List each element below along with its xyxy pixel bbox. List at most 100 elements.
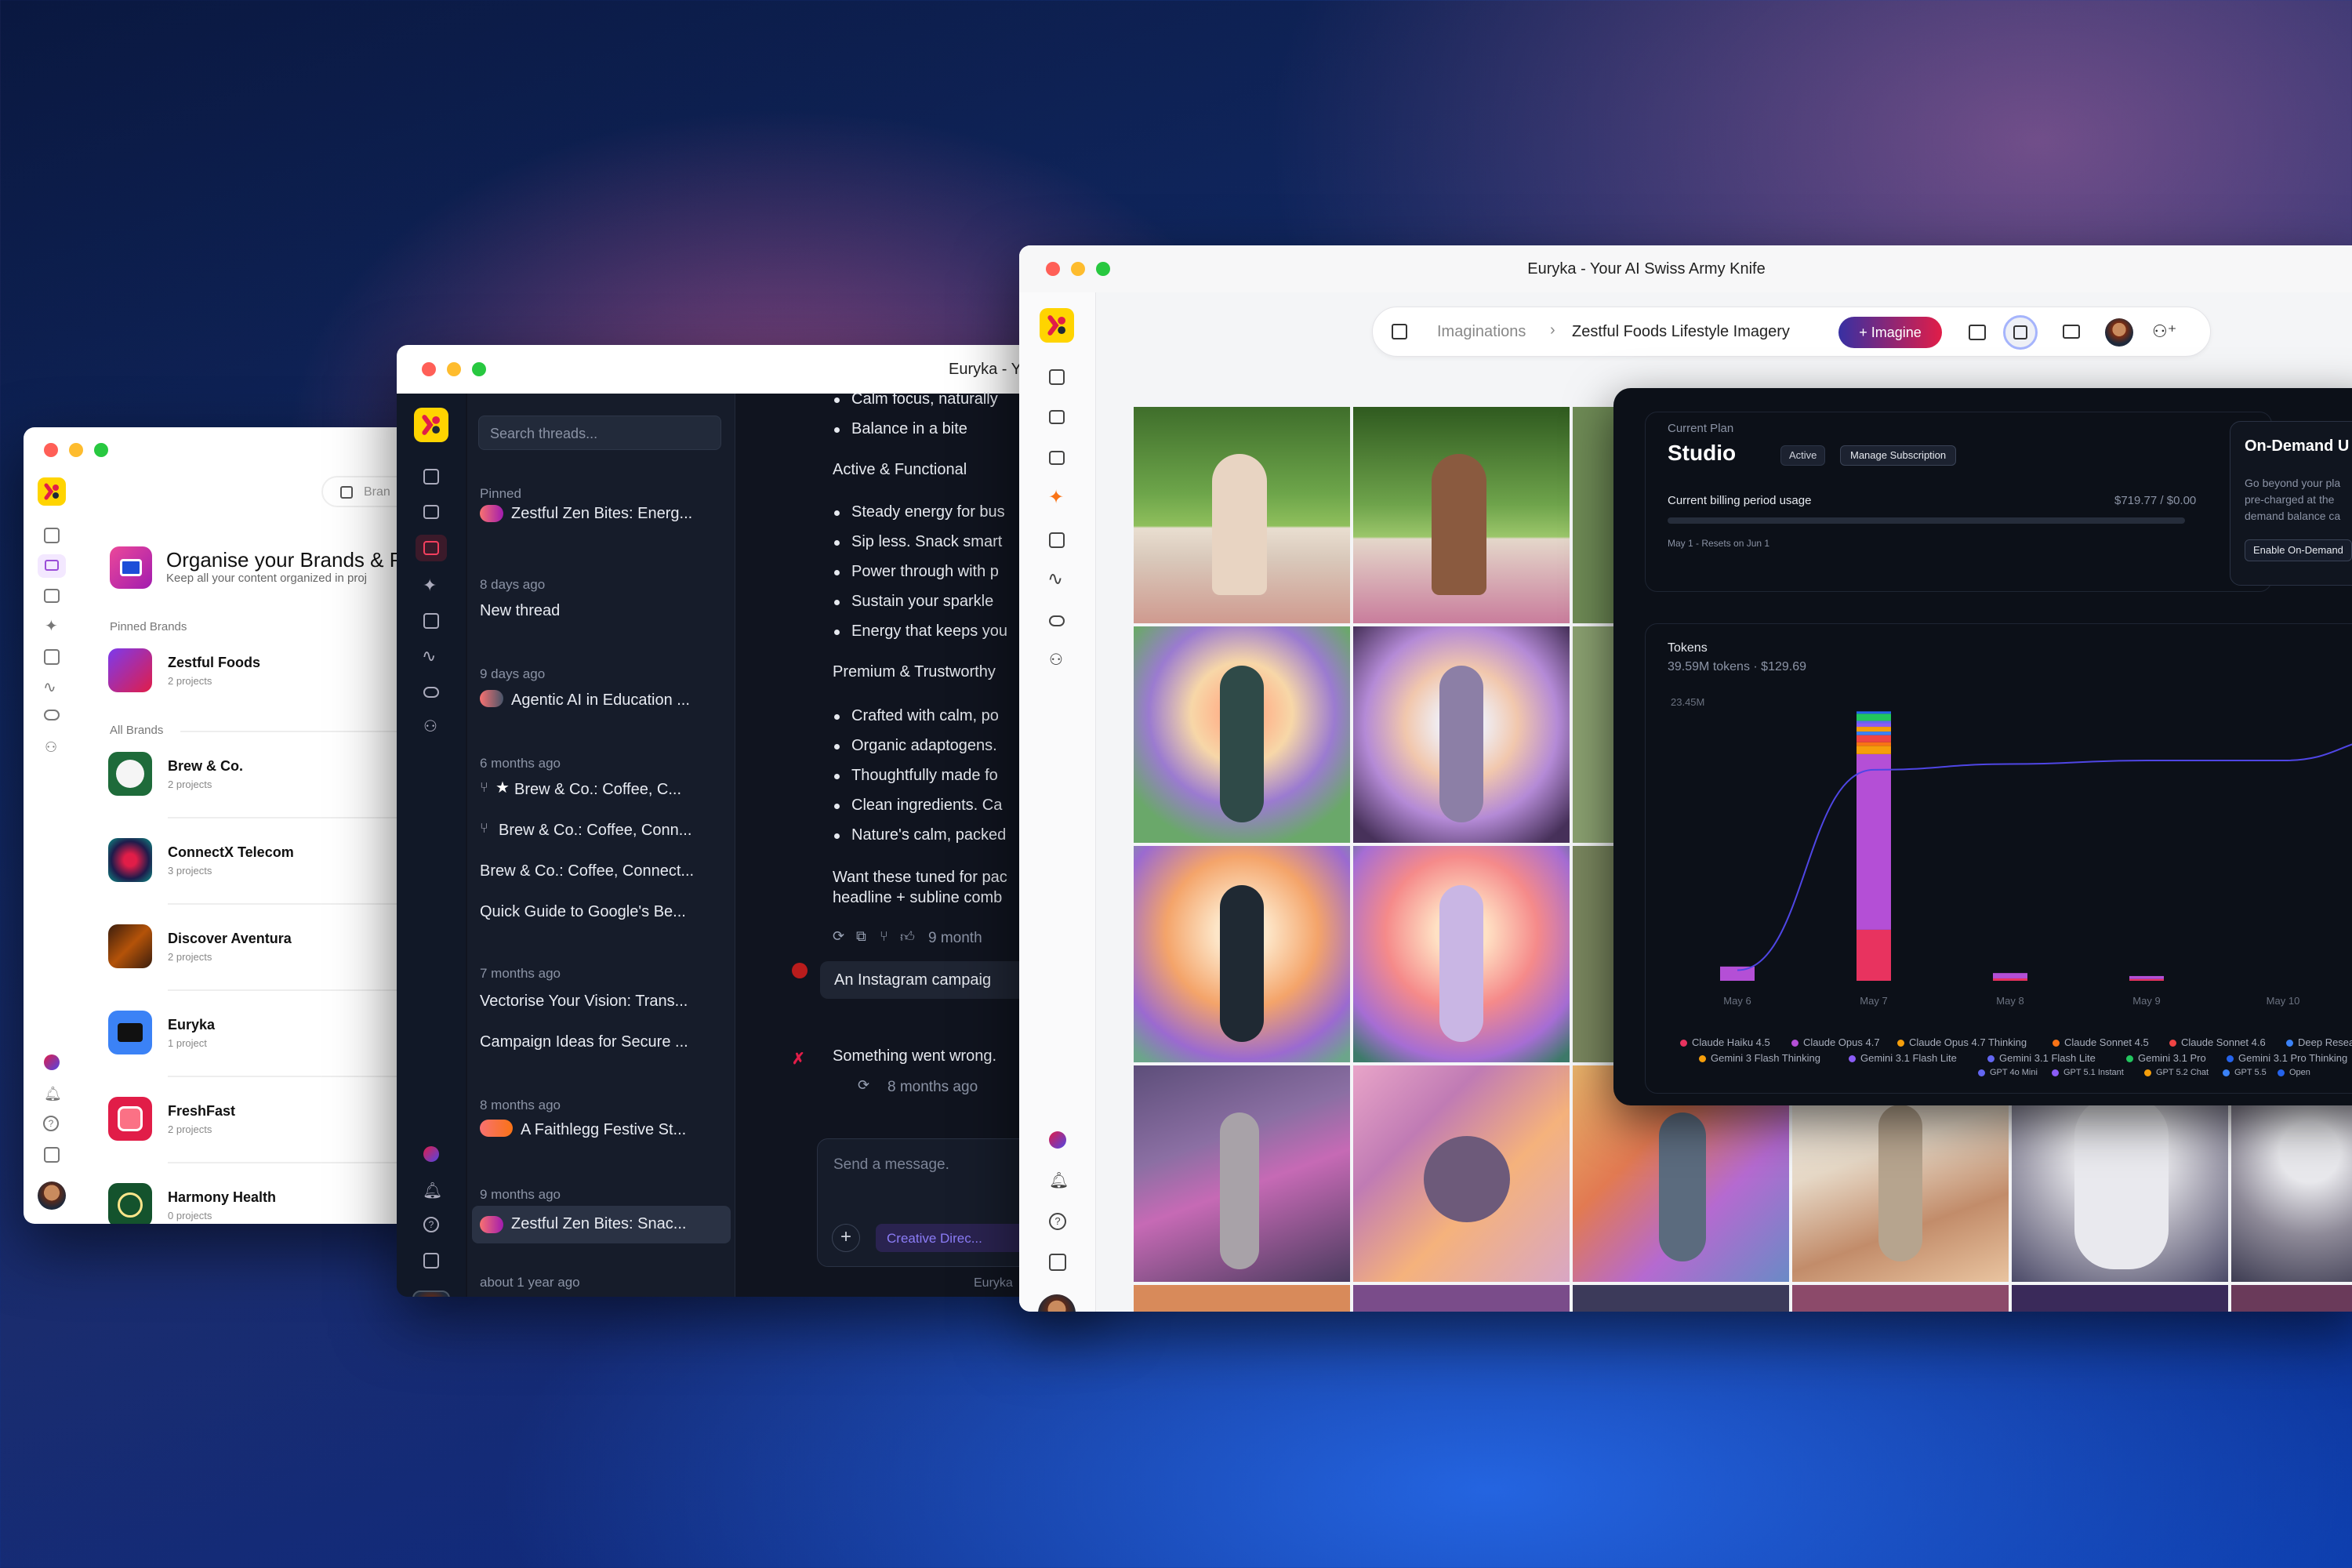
bell-icon[interactable]: 🔔︎ bbox=[44, 1086, 62, 1102]
legend-item[interactable]: Deep Resea bbox=[2286, 1036, 2352, 1048]
generated-image[interactable] bbox=[2231, 1285, 2352, 1312]
mask-icon[interactable] bbox=[423, 687, 439, 698]
chat-icon[interactable] bbox=[44, 589, 60, 603]
brand-row[interactable]: ConnectX Telecom 3 projects bbox=[108, 833, 431, 896]
sparkle-icon[interactable]: ✦ bbox=[45, 619, 58, 634]
breadcrumb-current[interactable]: Zestful Foods Lifestyle Imagery bbox=[1572, 323, 1790, 341]
generated-image[interactable] bbox=[1134, 407, 1350, 623]
legend-item[interactable]: Claude Opus 4.7 Thinking bbox=[1897, 1036, 2027, 1048]
minimize-window-button[interactable] bbox=[447, 362, 461, 376]
legend-item[interactable]: Claude Haiku 4.5 bbox=[1680, 1036, 1770, 1048]
copy-icon[interactable]: ⧉ bbox=[856, 928, 866, 945]
bell-icon[interactable]: 🔔︎ bbox=[423, 1181, 442, 1200]
generated-image[interactable] bbox=[1353, 407, 1570, 623]
thread-item[interactable]: Brew & Co.: Coffee, Connect... bbox=[480, 862, 694, 880]
generated-image[interactable] bbox=[1353, 626, 1570, 843]
add-attachment-button[interactable]: + bbox=[832, 1224, 860, 1252]
audio-icon[interactable]: ∿ bbox=[422, 648, 436, 665]
thread-item[interactable]: Vectorise Your Vision: Trans... bbox=[480, 993, 688, 1011]
app-logo[interactable] bbox=[38, 477, 66, 506]
thread-item[interactable]: Brew & Co.: Coffee, Conn... bbox=[499, 822, 691, 840]
thread-item[interactable]: Brew & Co.: Coffee, C... bbox=[514, 781, 681, 799]
user-icon[interactable]: ⚇ bbox=[423, 718, 437, 735]
legend-item[interactable]: GPT 4o Mini bbox=[1978, 1068, 2038, 1077]
user-icon[interactable]: ⚇ bbox=[45, 739, 57, 755]
app-logo[interactable] bbox=[1040, 308, 1074, 343]
generated-image[interactable] bbox=[1573, 626, 1620, 843]
imaginations-icon[interactable]: ✦ bbox=[1048, 488, 1064, 507]
bell-icon[interactable]: 🔔︎ bbox=[1049, 1171, 1069, 1190]
generated-image[interactable] bbox=[1573, 846, 1620, 1062]
dashboard-icon[interactable] bbox=[423, 469, 439, 485]
library-icon[interactable] bbox=[423, 1253, 439, 1269]
compass-icon[interactable] bbox=[1049, 1131, 1066, 1149]
compass-icon[interactable] bbox=[44, 1054, 60, 1070]
brands-icon[interactable] bbox=[1049, 410, 1065, 424]
manage-subscription-button[interactable]: Manage Subscription bbox=[1840, 445, 1957, 466]
legend-item[interactable]: Claude Sonnet 4.5 bbox=[2053, 1036, 2149, 1048]
brand-row[interactable]: Euryka 1 project bbox=[108, 1006, 431, 1069]
brand-row-pinned[interactable]: Zestful Foods 2 projects bbox=[108, 644, 431, 706]
folder-icon[interactable] bbox=[2063, 325, 2080, 339]
files-icon[interactable] bbox=[1049, 532, 1065, 548]
user-avatar[interactable] bbox=[38, 1181, 66, 1210]
thread-item[interactable]: Zestful Zen Bites: Energ... bbox=[511, 505, 692, 523]
generated-image[interactable] bbox=[1134, 846, 1350, 1062]
audio-icon[interactable]: ∿ bbox=[43, 680, 56, 695]
help-icon[interactable]: ? bbox=[423, 1217, 439, 1232]
thread-item[interactable]: Agentic AI in Education ... bbox=[511, 691, 690, 710]
collaborator-avatar[interactable] bbox=[2105, 318, 2133, 347]
close-window-button[interactable] bbox=[422, 362, 436, 376]
chat-icon[interactable] bbox=[1049, 451, 1065, 465]
minimize-window-button[interactable] bbox=[69, 443, 83, 457]
grid-view-button[interactable] bbox=[2003, 315, 2038, 350]
sparkle-icon[interactable]: ✦ bbox=[423, 577, 437, 594]
breadcrumb-root[interactable]: Imaginations bbox=[1437, 323, 1526, 341]
legend-item[interactable]: Gemini 3.1 Pro Thinking bbox=[2227, 1052, 2347, 1064]
library-icon[interactable] bbox=[1049, 1254, 1066, 1271]
generated-image[interactable] bbox=[1134, 1065, 1350, 1282]
thread-item[interactable]: Campaign Ideas for Secure ... bbox=[480, 1033, 688, 1051]
brand-row[interactable]: Brew & Co. 2 projects bbox=[108, 747, 431, 810]
user-avatar[interactable] bbox=[412, 1290, 450, 1297]
brands-icon[interactable] bbox=[423, 505, 439, 519]
legend-item[interactable]: Claude Sonnet 4.6 bbox=[2169, 1036, 2266, 1048]
user-avatar[interactable] bbox=[1038, 1294, 1076, 1312]
branch-icon[interactable]: ⑂ bbox=[880, 928, 888, 945]
library-icon[interactable] bbox=[44, 1147, 60, 1163]
generated-image[interactable] bbox=[1573, 407, 1620, 623]
brand-row[interactable]: Harmony Health 0 projects bbox=[108, 1178, 431, 1224]
sidebar-toggle-icon[interactable] bbox=[1392, 324, 1407, 339]
thumbs-up-icon[interactable]: 👍︎ bbox=[900, 928, 915, 946]
dashboard-icon[interactable] bbox=[44, 528, 60, 543]
files-icon[interactable] bbox=[423, 613, 439, 629]
sidebar-toggle-icon[interactable] bbox=[340, 486, 353, 499]
legend-item[interactable]: Open bbox=[2278, 1068, 2310, 1077]
user-icon[interactable]: ⚇ bbox=[1049, 652, 1063, 669]
creative-direction-chip[interactable]: Creative Direc... bbox=[876, 1224, 1033, 1252]
legend-item[interactable]: Gemini 3 Flash Thinking bbox=[1699, 1052, 1820, 1064]
mask-icon[interactable] bbox=[1049, 615, 1065, 626]
generated-image[interactable] bbox=[1792, 1285, 2009, 1312]
enable-on-demand-button[interactable]: Enable On-Demand bbox=[2245, 539, 2352, 561]
retry-icon[interactable]: ⟳ bbox=[858, 1077, 869, 1094]
generated-image[interactable] bbox=[1573, 1285, 1789, 1312]
chat-nav-active[interactable] bbox=[416, 535, 447, 561]
generated-image[interactable] bbox=[1353, 1065, 1570, 1282]
imagine-button[interactable]: + Imagine bbox=[1838, 317, 1942, 348]
breadcrumb-root[interactable]: Bran bbox=[364, 485, 390, 499]
brands-nav-icon[interactable] bbox=[38, 554, 66, 578]
compass-icon[interactable] bbox=[423, 1146, 439, 1162]
thread-search-input[interactable]: Search threads... bbox=[478, 416, 721, 450]
generated-image[interactable] bbox=[2012, 1285, 2228, 1312]
close-window-button[interactable] bbox=[44, 443, 58, 457]
dashboard-icon[interactable] bbox=[1049, 369, 1065, 385]
legend-item[interactable]: GPT 5.1 Instant bbox=[2052, 1068, 2124, 1077]
help-icon[interactable]: ? bbox=[43, 1116, 59, 1131]
legend-item[interactable]: Gemini 3.1 Flash Lite bbox=[1849, 1052, 1957, 1064]
generated-image[interactable] bbox=[1134, 626, 1350, 843]
generated-image[interactable] bbox=[1353, 1285, 1570, 1312]
app-logo[interactable] bbox=[414, 408, 448, 442]
brand-row[interactable]: Discover Aventura 2 projects bbox=[108, 920, 431, 982]
maximize-window-button[interactable] bbox=[94, 443, 108, 457]
